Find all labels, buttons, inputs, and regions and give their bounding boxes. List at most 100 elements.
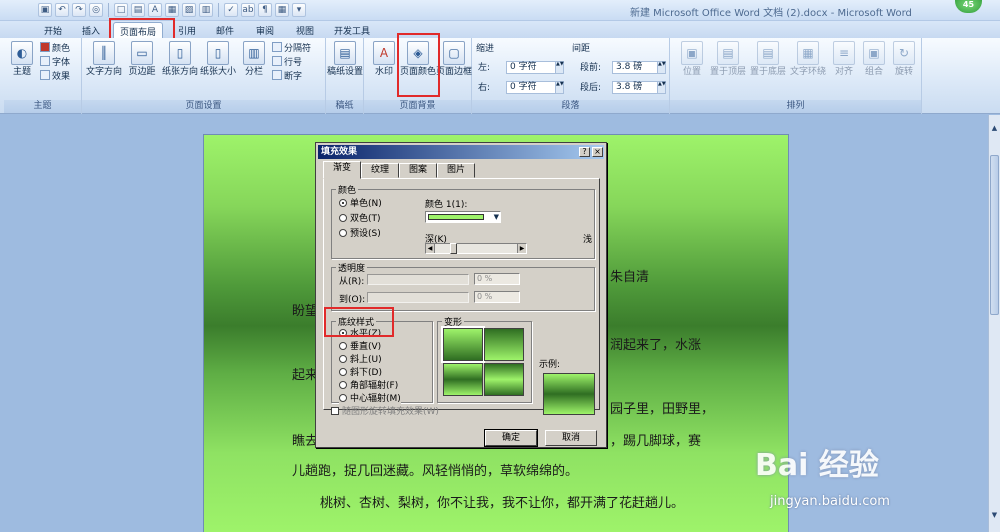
page-border-button[interactable]: ▢ 页面边框 (436, 41, 472, 78)
checkbox-box (331, 407, 339, 415)
cancel-button[interactable]: 取消 (545, 430, 597, 446)
brightness-slider[interactable]: ◀ ▶ (425, 243, 527, 254)
theme-fonts-button[interactable]: 字体 (40, 56, 70, 69)
page-background-group-label: 页面背景 (364, 100, 471, 113)
position-label: 位置 (682, 67, 701, 77)
line-numbers-button[interactable]: 行号 (272, 56, 302, 69)
orientation-button[interactable]: ▯ 纸张方向 (162, 41, 198, 78)
space-after-input[interactable]: 3.8 磅 ▲▼ (612, 81, 666, 94)
color1-dropdown[interactable]: ▼ (425, 211, 501, 223)
tab-gradient[interactable]: 渐变 (323, 161, 361, 179)
undo-icon[interactable]: ↶ (55, 3, 69, 17)
save-icon[interactable]: ▣ (38, 3, 52, 17)
indent-left-value: 0 字符 (510, 62, 537, 72)
spin-arrows[interactable]: ▲▼ (657, 62, 666, 73)
variant-2[interactable] (484, 328, 524, 361)
variant-3[interactable] (443, 363, 483, 396)
group-icon: ▣ (863, 41, 885, 65)
space-before-input[interactable]: 3.8 磅 ▲▼ (612, 61, 666, 74)
radio-dot (339, 229, 347, 237)
tab-mailings[interactable]: 邮件 (210, 22, 240, 39)
radio-from-center[interactable]: 中心辐射(M) (339, 394, 401, 405)
slider-right-icon[interactable]: ▶ (517, 244, 526, 253)
doc-line: 园子里，田野里， (610, 402, 715, 417)
breaks-button[interactable]: 分隔符 (272, 42, 311, 55)
rotate-button[interactable]: ↻ 旋转 (886, 41, 922, 78)
tab-developer[interactable]: 开发工具 (328, 22, 376, 39)
radio-label: 中心辐射(M) (350, 394, 401, 404)
margins-button[interactable]: ▭ 页边距 (124, 41, 160, 78)
ok-button[interactable]: 确定 (484, 429, 538, 447)
theme-effects-button[interactable]: 效果 (40, 70, 70, 83)
tab-review[interactable]: 审阅 (250, 22, 280, 39)
grid-icon[interactable]: ▦ (275, 3, 289, 17)
tab-insert[interactable]: 插入 (76, 22, 106, 39)
image-icon[interactable]: ▨ (182, 3, 196, 17)
chart-icon[interactable]: ▥ (199, 3, 213, 17)
theme-colors-button[interactable]: 颜色 (40, 42, 70, 55)
tab-references[interactable]: 引用 (172, 22, 202, 39)
spin-arrows[interactable]: ▲▼ (657, 82, 666, 93)
font-color-icon[interactable]: A (148, 3, 162, 17)
slider-thumb[interactable] (450, 243, 457, 254)
variant-1[interactable] (441, 326, 485, 363)
indent-right-input[interactable]: 0 字符 ▲▼ (506, 81, 564, 94)
spin-arrows[interactable]: ▲▼ (555, 82, 564, 93)
slider-left-icon[interactable]: ◀ (426, 244, 435, 253)
radio-two-colors[interactable]: 双色(T) (339, 214, 381, 225)
tab-texture[interactable]: 纹理 (361, 163, 399, 178)
notification-badge[interactable]: 45 (955, 0, 982, 13)
text-direction-label: 文字方向 (86, 67, 123, 77)
tab-home[interactable]: 开始 (38, 22, 68, 39)
format-icon[interactable]: ¶ (258, 3, 272, 17)
send-back-button[interactable]: ▤ 置于底层 (748, 41, 788, 78)
bring-front-button[interactable]: ▤ 置于顶层 (708, 41, 748, 78)
spin-arrows[interactable]: ▲▼ (555, 62, 564, 73)
highlight-page-color-button (397, 33, 440, 97)
vertical-scrollbar[interactable]: ▲ ▼ (988, 115, 1000, 532)
variant-4[interactable] (484, 363, 524, 396)
colors-label: 颜色 (52, 44, 71, 54)
radio-preset[interactable]: 预设(S) (339, 229, 381, 240)
hyphenation-button[interactable]: 断字 (272, 70, 302, 83)
size-button[interactable]: ▯ 纸张大小 (200, 41, 236, 78)
radio-from-corner[interactable]: 角部辐射(F) (339, 381, 398, 392)
themes-button[interactable]: ◐ 主题 (4, 41, 40, 78)
paper-group: ▤ 稿纸设置 稿纸 (326, 38, 364, 114)
draft-paper-button[interactable]: ▤ 稿纸设置 (327, 41, 363, 78)
radio-label: 斜上(U) (350, 355, 382, 365)
scroll-down-icon[interactable]: ▼ (989, 510, 1000, 521)
radio-vertical[interactable]: 垂直(V) (339, 342, 381, 353)
radio-diagonal-up[interactable]: 斜上(U) (339, 355, 382, 366)
customize-qat-icon[interactable]: ▾ (292, 3, 306, 17)
baidu-logo: Bai 经验 (755, 448, 879, 483)
new-doc-icon[interactable]: □ (114, 3, 128, 17)
scroll-up-icon[interactable]: ▲ (989, 123, 1000, 134)
dialog-title-text: 填充效果 (321, 147, 358, 157)
rotate-with-shape-checkbox[interactable]: 随图形旋转填充效果(W) (331, 407, 439, 418)
spell-icon[interactable]: ab (241, 3, 255, 17)
bring-front-label: 置于顶层 (709, 67, 746, 77)
text-wrap-button[interactable]: ▦ 文字环绕 (788, 41, 828, 78)
text-direction-button[interactable]: ║ 文字方向 (86, 41, 122, 78)
print-preview-icon[interactable]: ◎ (89, 3, 103, 17)
open-icon[interactable]: ▤ (131, 3, 145, 17)
ribbon: ◐ 主题 颜色 字体 效果 主题 ║ 文字方向 ▭ 页边距 ▯ 纸张方向 ▯ 纸张大小 ▥… (0, 38, 1000, 114)
check-icon[interactable]: ✓ (224, 3, 238, 17)
tab-view[interactable]: 视图 (290, 22, 320, 39)
radio-diagonal-down[interactable]: 斜下(D) (339, 368, 382, 379)
close-button[interactable]: × (592, 147, 603, 157)
indent-left-input[interactable]: 0 字符 ▲▼ (506, 61, 564, 74)
scroll-thumb[interactable] (990, 155, 999, 315)
redo-icon[interactable]: ↷ (72, 3, 86, 17)
help-button[interactable]: ? (579, 147, 590, 157)
tab-pattern[interactable]: 图案 (399, 163, 437, 178)
group-label: 组合 (864, 67, 883, 77)
position-button[interactable]: ▣ 位置 (674, 41, 710, 78)
tab-picture[interactable]: 图片 (437, 163, 475, 178)
line-numbers-label: 行号 (284, 58, 303, 68)
columns-button[interactable]: ▥ 分栏 (236, 41, 272, 78)
radio-one-color[interactable]: 单色(N) (339, 199, 382, 210)
table-icon[interactable]: ▦ (165, 3, 179, 17)
bring-front-icon: ▤ (717, 41, 739, 65)
